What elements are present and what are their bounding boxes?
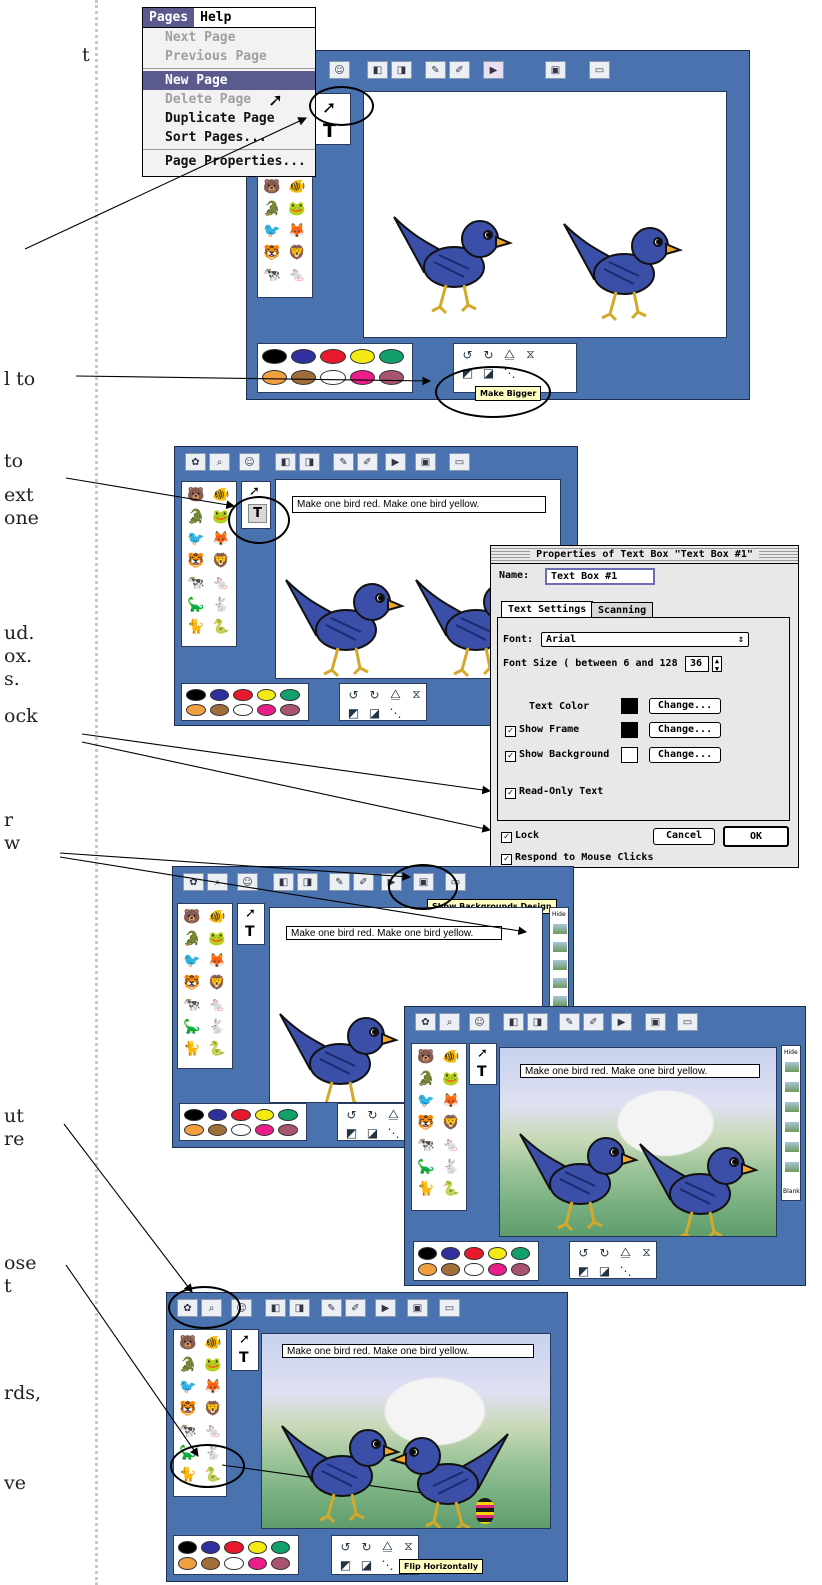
drawing-canvas-with-scene[interactable]: Make one bird red. Make one bird yellow. <box>499 1047 777 1237</box>
text-box[interactable]: Make one bird red. Make one bird yellow. <box>520 1064 760 1078</box>
text-box[interactable]: Make one bird red. Make one bird yellow. <box>282 1344 534 1358</box>
bird-stamp-flipped[interactable] <box>388 1424 518 1528</box>
snake-stamp[interactable] <box>476 1498 494 1524</box>
bird-stamp[interactable] <box>510 1124 640 1236</box>
bird-stamp[interactable] <box>272 1416 402 1528</box>
bird-stamp[interactable] <box>630 1134 760 1236</box>
